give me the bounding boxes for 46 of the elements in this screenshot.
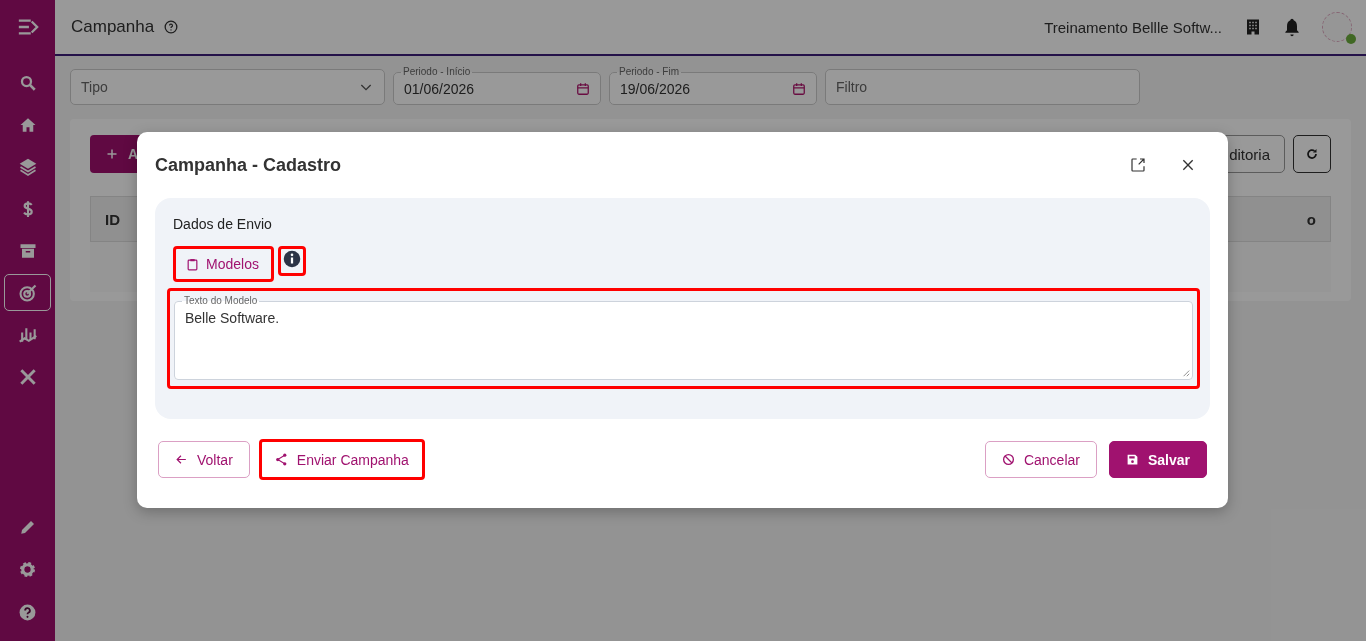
expand-icon[interactable] [1130, 157, 1146, 173]
info-icon[interactable] [282, 250, 301, 268]
share-icon [274, 453, 288, 466]
target-icon [17, 282, 38, 303]
type-select[interactable]: Tipo [70, 69, 385, 105]
calendar-icon [576, 82, 590, 96]
cancel-button[interactable]: Cancelar [984, 441, 1097, 478]
template-text-field[interactable]: Texto do Modelo Belle Software. [174, 295, 1193, 380]
field-label: Periodo - Início [402, 66, 472, 78]
help-icon[interactable] [18, 603, 37, 622]
save-button[interactable]: Salvar [1108, 441, 1207, 478]
date-field[interactable]: Periodo - Fim 19/06/2026 [609, 66, 817, 105]
section-title: Dados de Envio [173, 216, 273, 232]
close-icon[interactable] [1180, 157, 1196, 173]
search-icon [18, 73, 37, 92]
resize-grip-icon[interactable] [1182, 369, 1190, 377]
column-header[interactable]: o [1306, 210, 1316, 228]
modal-title: Campanha - Cadastro [155, 154, 343, 176]
field-label: Texto do Modelo [183, 295, 259, 307]
field-label: Periodo - Fim [618, 66, 680, 78]
online-dot [1346, 34, 1356, 44]
back-button[interactable]: Voltar [158, 441, 250, 478]
refresh-icon [1306, 148, 1318, 160]
refresh-button[interactable] [1293, 135, 1331, 173]
plus-icon [106, 148, 118, 160]
layers-icon [17, 156, 38, 177]
field-value: Belle Software. [185, 310, 280, 326]
sidebar-item[interactable] [4, 274, 51, 311]
help-icon[interactable] [164, 20, 179, 34]
date-field[interactable]: Periodo - Início 01/06/2026 [393, 66, 601, 105]
page-title: Campanha [71, 17, 155, 37]
filter-field[interactable]: Filtro [825, 69, 1140, 105]
menu-icon[interactable] [16, 16, 39, 38]
field-value: 01/06/2026 [404, 81, 475, 97]
models-button[interactable]: Modelos [176, 249, 271, 279]
archive-icon [18, 241, 37, 260]
calendar-icon [792, 82, 806, 96]
arrow-left-icon [175, 453, 188, 466]
field-value: 19/06/2026 [620, 81, 691, 97]
clipboard-icon [186, 257, 199, 271]
building-icon[interactable] [1244, 18, 1262, 36]
settings-icon[interactable] [18, 560, 37, 579]
ban-icon [1001, 453, 1015, 466]
column-header[interactable]: ID [105, 210, 120, 228]
company-name[interactable]: Treinamento Bellle Softw... [1044, 18, 1222, 36]
bell-icon[interactable] [1282, 17, 1302, 37]
